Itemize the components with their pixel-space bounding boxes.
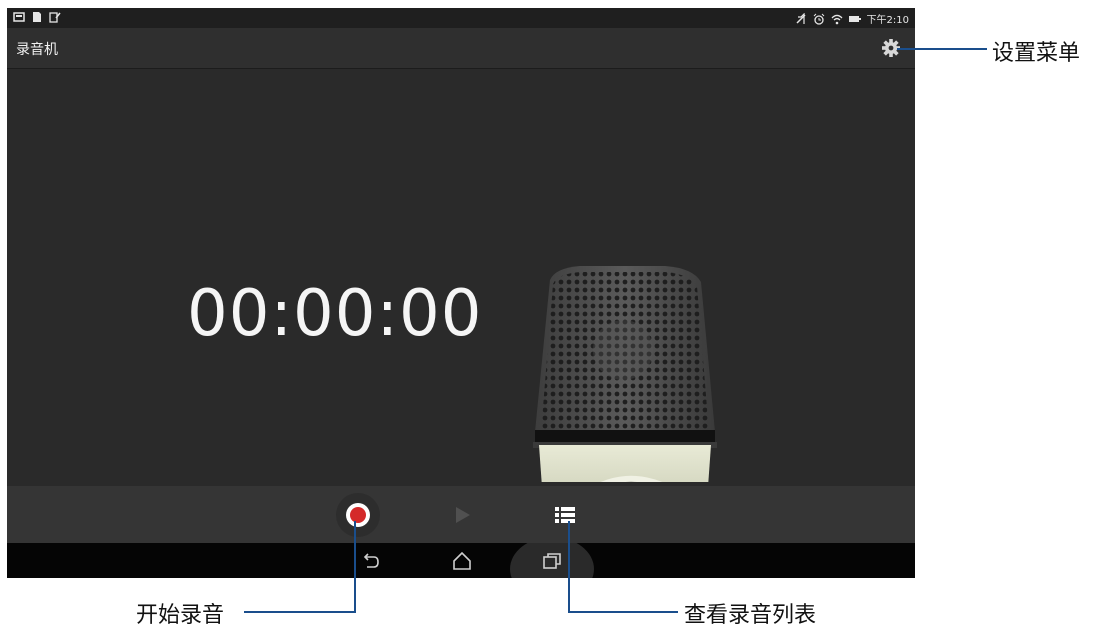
settings-menu-label: 设置菜单	[992, 41, 1081, 66]
document-icon	[33, 12, 41, 22]
recents-icon[interactable]	[540, 549, 564, 573]
battery-icon	[848, 15, 861, 22]
navigation-bar	[7, 543, 915, 578]
sim-edit-icon	[49, 12, 61, 23]
back-icon[interactable]	[359, 549, 383, 573]
app-title: 录音机	[16, 42, 58, 58]
play-icon[interactable]	[439, 492, 485, 538]
home-icon[interactable]	[450, 549, 474, 573]
alarm-icon	[813, 13, 824, 25]
start-recording-label: 开始录音	[136, 603, 225, 628]
recorder-controls	[7, 486, 915, 543]
list-callout-line-vertical	[568, 521, 570, 612]
app-bar: 录音机	[7, 28, 915, 69]
record-callout-line-vertical	[354, 521, 356, 612]
list-callout-line-horizontal	[568, 611, 678, 613]
record-icon[interactable]	[335, 492, 381, 538]
status-bar: 下午2:10	[7, 8, 915, 28]
view-recording-list-label: 查看录音列表	[684, 603, 817, 628]
wifi-icon	[831, 14, 842, 24]
record-callout-line-horizontal	[244, 611, 356, 613]
mute-icon	[796, 12, 806, 24]
device-screen: 下午2:10 录音机 00:00:00	[7, 8, 915, 578]
screenshot-icon	[13, 12, 25, 22]
microphone-illustration	[533, 266, 717, 482]
recording-timer: 00:00:00	[187, 277, 483, 351]
status-time: 下午2:10	[866, 15, 909, 26]
list-icon[interactable]	[541, 492, 587, 538]
recorder-main-area: 00:00:00	[7, 69, 915, 486]
settings-callout-line	[897, 48, 987, 50]
